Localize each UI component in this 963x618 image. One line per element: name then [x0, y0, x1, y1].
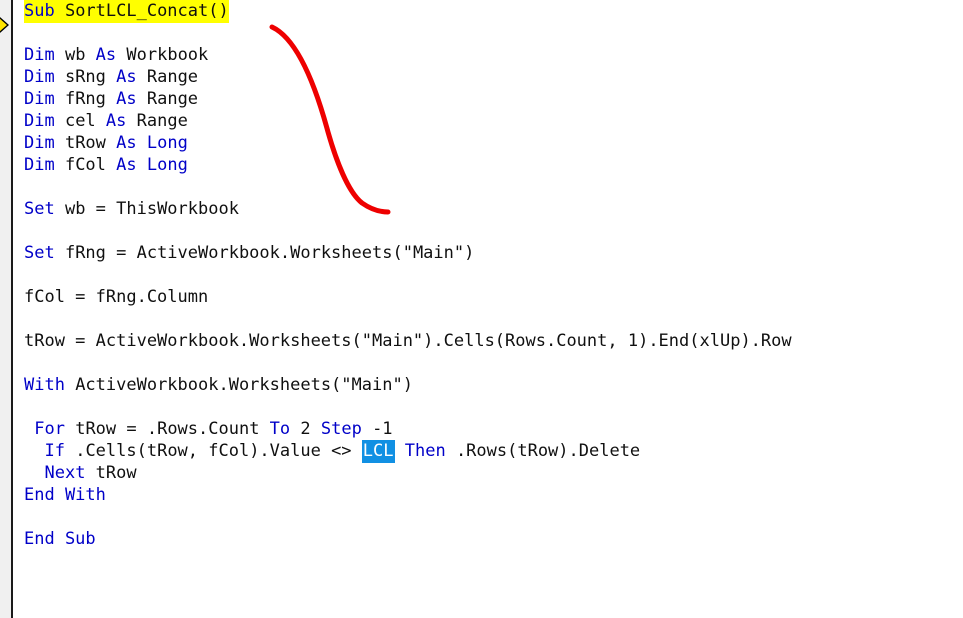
- current-statement-arrow-icon: [0, 17, 9, 33]
- code-identifier: tRow = .Rows.Count: [64, 419, 270, 439]
- code-identifier: tRow: [85, 463, 137, 483]
- line-dim-wb[interactable]: Dim wb As Workbook: [13, 44, 963, 66]
- line-dim-fcol[interactable]: Dim fCol As Long: [13, 154, 963, 176]
- code-keyword: As: [105, 111, 127, 131]
- line-end-sub[interactable]: End Sub: [13, 528, 963, 550]
- code-keyword: End Sub: [24, 529, 96, 549]
- line-with[interactable]: With ActiveWorkbook.Worksheets("Main"): [13, 374, 963, 396]
- line-blank-7[interactable]: [13, 396, 963, 418]
- line-next[interactable]: Next tRow: [13, 462, 963, 484]
- code-keyword: Set: [24, 199, 55, 219]
- code-identifier: fCol: [54, 155, 117, 175]
- code-identifier: sRng: [54, 67, 117, 87]
- code-keyword: Set: [24, 243, 55, 263]
- code-identifier: wb: [54, 45, 96, 65]
- code-identifier: fCol = fRng.Column: [24, 287, 209, 307]
- line-blank-8[interactable]: [13, 506, 963, 528]
- code-keyword: Dim: [24, 67, 55, 87]
- code-identifier: Workbook: [116, 45, 209, 65]
- selected-text-lcl: LCL: [361, 440, 395, 463]
- code-identifier: Range: [136, 89, 199, 109]
- code-identifier: 2: [290, 419, 321, 439]
- line-blank-2[interactable]: [13, 176, 963, 198]
- line-blank-4[interactable]: [13, 264, 963, 286]
- code-keyword: As: [116, 155, 137, 175]
- code-identifier: Range: [136, 67, 199, 87]
- code-identifier: .Cells(tRow, fCol).Value <>: [64, 441, 362, 461]
- code-identifier: fRng: [54, 89, 117, 109]
- code-identifier: Range: [126, 111, 188, 131]
- code-identifier: [24, 419, 34, 439]
- code-identifier: -1: [361, 419, 393, 439]
- code-keyword: Dim: [24, 133, 55, 153]
- code-gutter[interactable]: [0, 0, 11, 618]
- code-keyword: Long: [146, 133, 188, 153]
- code-keyword: As: [116, 133, 137, 153]
- line-if[interactable]: If .Cells(tRow, fCol).Value <> LCL Then …: [13, 440, 963, 463]
- line-for[interactable]: For tRow = .Rows.Count To 2 Step -1: [13, 418, 963, 440]
- code-text-area[interactable]: Sub SortLCL_Concat() Dim wb As Workbook Di…: [13, 0, 963, 618]
- code-identifier: tRow: [54, 133, 117, 153]
- code-identifier: fRng = ActiveWorkbook.Worksheets("Main"): [54, 243, 475, 263]
- code-identifier: [24, 441, 44, 461]
- line-dim-frng[interactable]: Dim fRng As Range: [13, 88, 963, 110]
- line-blank-1[interactable]: [13, 22, 963, 44]
- line-blank-5[interactable]: [13, 308, 963, 330]
- line-trow-assign[interactable]: tRow = ActiveWorkbook.Worksheets("Main")…: [13, 330, 963, 352]
- code-identifier: SortLCL_Concat(): [54, 1, 229, 21]
- code-identifier: [395, 441, 405, 461]
- yellow-highlight-band: Sub SortLCL_Concat(): [24, 0, 229, 23]
- line-blank-3[interactable]: [13, 220, 963, 242]
- code-keyword: As: [116, 89, 137, 109]
- code-identifier: wb = ThisWorkbook: [54, 199, 239, 219]
- code-keyword: Step: [320, 419, 362, 439]
- line-set-frng[interactable]: Set fRng = ActiveWorkbook.Worksheets("Ma…: [13, 242, 963, 264]
- code-keyword: As: [95, 45, 117, 65]
- code-keyword: For: [34, 419, 65, 439]
- line-dim-srng[interactable]: Dim sRng As Range: [13, 66, 963, 88]
- code-keyword: Long: [146, 155, 188, 175]
- code-keyword: Dim: [24, 89, 55, 109]
- line-set-wb[interactable]: Set wb = ThisWorkbook: [13, 198, 963, 220]
- line-end-with[interactable]: End With: [13, 484, 963, 506]
- code-identifier: ActiveWorkbook.Worksheets("Main"): [64, 375, 413, 395]
- code-keyword: Dim: [24, 111, 55, 131]
- code-keyword: To: [269, 419, 291, 439]
- code-identifier: cel: [54, 111, 106, 131]
- code-keyword: Dim: [24, 45, 55, 65]
- line-dim-cel[interactable]: Dim cel As Range: [13, 110, 963, 132]
- code-identifier: [24, 463, 44, 483]
- line-dim-trow[interactable]: Dim tRow As Long: [13, 132, 963, 154]
- line-sub-declaration[interactable]: Sub SortLCL_Concat(): [13, 0, 963, 23]
- code-keyword: Then: [404, 441, 446, 461]
- code-keyword: Next: [44, 463, 86, 483]
- code-keyword: End With: [24, 485, 106, 505]
- vba-code-editor-window: Sub SortLCL_Concat() Dim wb As Workbook Di…: [0, 0, 963, 618]
- code-identifier: tRow = ActiveWorkbook.Worksheets("Main")…: [24, 331, 792, 351]
- code-keyword: With: [24, 375, 65, 395]
- code-keyword: If: [44, 441, 65, 461]
- code-identifier: [137, 133, 147, 153]
- line-fcol-assign[interactable]: fCol = fRng.Column: [13, 286, 963, 308]
- code-identifier: .Rows(tRow).Delete: [445, 441, 641, 461]
- code-keyword: As: [116, 67, 137, 87]
- code-keyword: Sub: [24, 1, 55, 21]
- line-blank-6[interactable]: [13, 352, 963, 374]
- code-keyword: Dim: [24, 155, 55, 175]
- code-identifier: [137, 155, 147, 175]
